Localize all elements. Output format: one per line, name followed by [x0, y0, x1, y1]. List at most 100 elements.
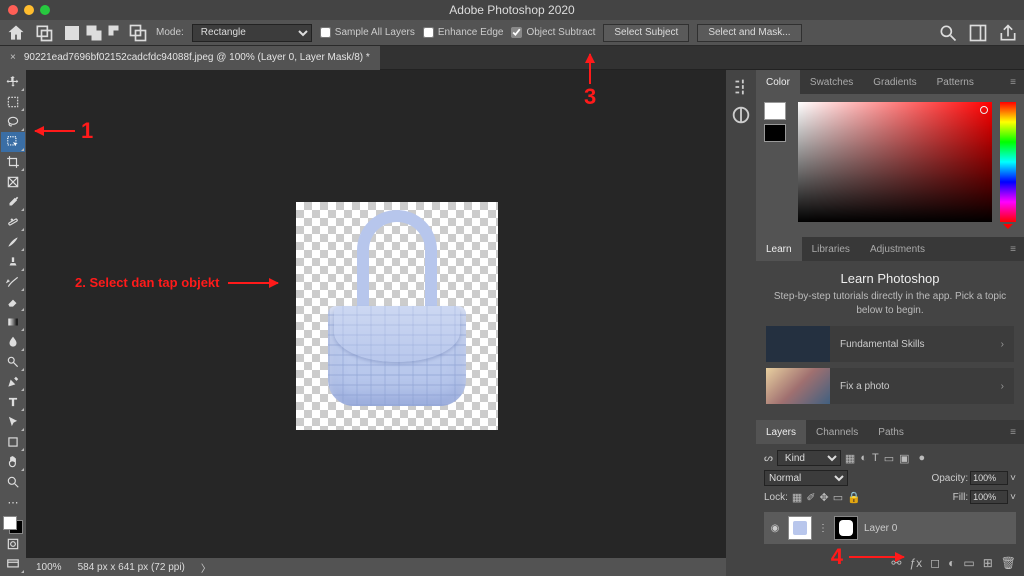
clone-stamp-tool[interactable] — [1, 252, 25, 272]
add-selection-icon[interactable] — [84, 23, 104, 43]
object-subtract-checkbox[interactable]: Object Subtract — [511, 27, 595, 38]
zoom-level[interactable]: 100% — [36, 562, 62, 573]
filter-smart-icon[interactable]: ▣ — [899, 452, 909, 465]
lock-pixels-icon[interactable]: ▦ — [792, 491, 802, 504]
visibility-toggle-icon[interactable]: ◉ — [768, 523, 782, 534]
crop-tool[interactable] — [1, 152, 25, 172]
subtract-selection-icon[interactable] — [106, 23, 126, 43]
color-field[interactable] — [798, 102, 992, 222]
type-tool[interactable] — [1, 392, 25, 412]
learn-card-fixphoto[interactable]: Fix a photo › — [766, 368, 1014, 404]
home-icon[interactable] — [6, 23, 26, 43]
lock-brush-icon[interactable]: ✐ — [806, 491, 815, 504]
opacity-input[interactable] — [970, 471, 1008, 485]
shape-tool[interactable] — [1, 432, 25, 452]
learn-card-fundamentals[interactable]: Fundamental Skills › — [766, 326, 1014, 362]
hand-tool[interactable] — [1, 452, 25, 472]
canvas-area[interactable]: 100% 584 px x 641 px (72 ppi) 〉 — [26, 70, 726, 576]
blend-mode-select[interactable]: Normal — [764, 470, 848, 486]
tab-layers[interactable]: Layers — [756, 420, 806, 444]
panel-menu-icon[interactable]: ≡ — [1002, 427, 1024, 438]
chevron-down-icon[interactable]: ˅ — [1010, 492, 1016, 503]
delete-layer-icon[interactable]: 🗑 — [1001, 556, 1016, 570]
tab-adjustments[interactable]: Adjustments — [860, 237, 935, 261]
adjustments-panel-icon[interactable] — [730, 104, 752, 126]
link-layers-icon[interactable]: ⚯ — [891, 556, 901, 570]
document-tab[interactable]: × 90221ead7696bf02152cadcfdc94088f.jpeg … — [0, 46, 380, 70]
layer-mask-thumbnail[interactable] — [834, 516, 858, 540]
zoom-tool[interactable] — [1, 472, 25, 492]
lasso-tool[interactable] — [1, 112, 25, 132]
hue-slider[interactable] — [1000, 102, 1016, 222]
filter-shape-icon[interactable]: ▭ — [884, 452, 894, 465]
lock-position-icon[interactable]: ✥ — [820, 491, 829, 504]
layer-name[interactable]: Layer 0 — [864, 523, 897, 534]
tool-current-icon[interactable] — [34, 23, 54, 43]
tab-paths[interactable]: Paths — [868, 420, 914, 444]
select-subject-button[interactable]: Select Subject — [603, 24, 689, 42]
filter-pixel-icon[interactable]: ▦ — [845, 452, 855, 465]
object-selection-tool[interactable] — [1, 132, 25, 152]
eyedropper-tool[interactable] — [1, 192, 25, 212]
layer-row[interactable]: ◉ ⋮ Layer 0 — [764, 512, 1016, 544]
filter-type-icon[interactable]: T — [872, 452, 879, 465]
new-selection-icon[interactable] — [62, 23, 82, 43]
blur-tool[interactable] — [1, 332, 25, 352]
gradient-tool[interactable] — [1, 312, 25, 332]
intersect-selection-icon[interactable] — [128, 23, 148, 43]
workspace-icon[interactable] — [968, 23, 988, 43]
tab-patterns[interactable]: Patterns — [927, 70, 984, 94]
color-chips[interactable] — [764, 102, 790, 229]
select-and-mask-button[interactable]: Select and Mask... — [697, 24, 801, 42]
tab-channels[interactable]: Channels — [806, 420, 868, 444]
enhance-edge-checkbox[interactable]: Enhance Edge — [423, 27, 504, 38]
marquee-tool[interactable] — [1, 92, 25, 112]
quick-mask-icon[interactable] — [1, 534, 25, 554]
layer-thumbnail[interactable] — [788, 516, 812, 540]
lock-artboard-icon[interactable]: ▭ — [833, 491, 843, 504]
panel-menu-icon[interactable]: ≡ — [1002, 77, 1024, 88]
close-tab-icon[interactable]: × — [10, 52, 16, 63]
eraser-tool[interactable] — [1, 292, 25, 312]
healing-brush-tool[interactable] — [1, 212, 25, 232]
mask-link-icon[interactable]: ⋮ — [818, 523, 828, 534]
path-selection-tool[interactable] — [1, 412, 25, 432]
tab-swatches[interactable]: Swatches — [800, 70, 863, 94]
filter-kind-select[interactable]: Kind — [777, 450, 841, 466]
new-layer-icon[interactable]: ⊞ — [983, 556, 993, 570]
filter-adjust-icon[interactable]: ◐ — [860, 452, 867, 465]
tab-color[interactable]: Color — [756, 70, 800, 94]
brush-tool[interactable] — [1, 232, 25, 252]
minimize-window-icon[interactable] — [24, 5, 34, 15]
tab-learn[interactable]: Learn — [756, 237, 802, 261]
tab-libraries[interactable]: Libraries — [802, 237, 860, 261]
frame-tool[interactable] — [1, 172, 25, 192]
fill-input[interactable] — [970, 490, 1008, 504]
layer-fx-icon[interactable]: ƒx — [909, 556, 922, 570]
chevron-down-icon[interactable]: ˅ — [1010, 473, 1016, 484]
filter-toggle-icon[interactable]: ● — [919, 452, 926, 465]
sample-all-layers-checkbox[interactable]: Sample All Layers — [320, 27, 415, 38]
edit-toolbar-icon[interactable]: ⋯ — [1, 492, 25, 512]
share-icon[interactable] — [998, 23, 1018, 43]
panel-menu-icon[interactable]: ≡ — [1002, 244, 1024, 255]
zoom-window-icon[interactable] — [40, 5, 50, 15]
dodge-tool[interactable] — [1, 352, 25, 372]
close-window-icon[interactable] — [8, 5, 18, 15]
color-swatch-tool[interactable] — [3, 516, 23, 534]
properties-panel-icon[interactable] — [730, 76, 752, 98]
doc-dimensions[interactable]: 584 px x 641 px (72 ppi) — [78, 562, 185, 573]
group-icon[interactable]: ▭ — [963, 556, 974, 570]
foreground-color-chip[interactable] — [764, 102, 786, 120]
search-icon[interactable] — [938, 23, 958, 43]
mode-select[interactable]: Rectangle — [192, 24, 312, 42]
add-mask-icon[interactable]: ◻ — [930, 556, 940, 570]
document-canvas[interactable] — [296, 202, 498, 430]
history-brush-tool[interactable] — [1, 272, 25, 292]
lock-all-icon[interactable]: 🔒 — [847, 491, 861, 504]
adjustment-layer-icon[interactable]: ◐ — [948, 556, 955, 570]
background-color-chip[interactable] — [764, 124, 786, 142]
move-tool[interactable] — [1, 72, 25, 92]
pen-tool[interactable] — [1, 372, 25, 392]
status-caret-icon[interactable]: 〉 — [201, 560, 211, 575]
